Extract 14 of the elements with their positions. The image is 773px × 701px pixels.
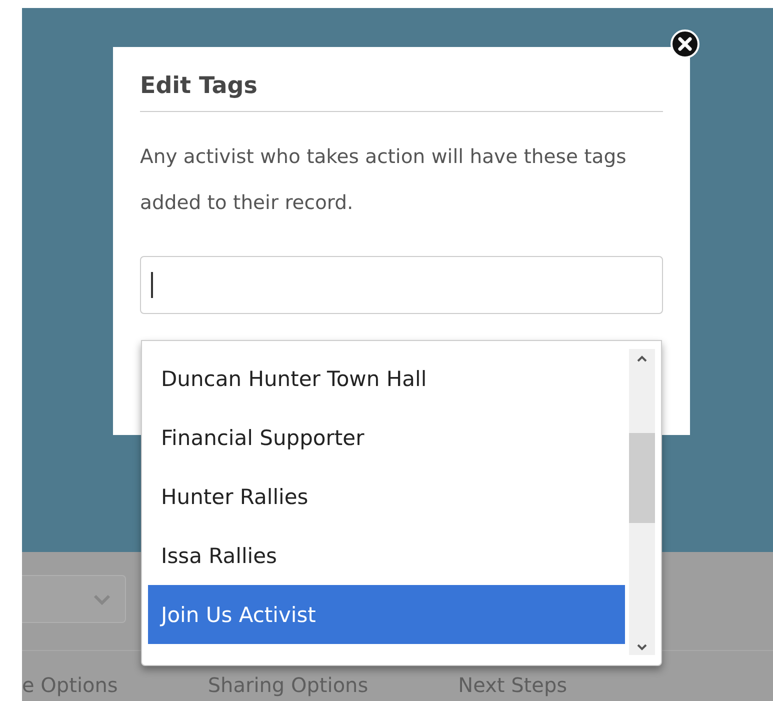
- dropdown-option[interactable]: Financial Supporter: [148, 408, 625, 467]
- close-icon[interactable]: [670, 29, 700, 59]
- dropdown-option[interactable]: Duncan Hunter Town Hall: [148, 349, 625, 408]
- tag-input-field[interactable]: [140, 256, 663, 314]
- dropdown-option[interactable]: Join Us Activist: [148, 585, 625, 644]
- dialog-title: Edit Tags: [140, 69, 663, 112]
- chevron-down-icon: [93, 594, 111, 604]
- select-field[interactable]: [22, 575, 126, 623]
- scrollbar-thumb[interactable]: [629, 433, 655, 523]
- dropdown-option[interactable]: Hunter Rallies: [148, 467, 625, 526]
- scroll-down-icon[interactable]: [636, 643, 648, 651]
- description-text: Any activist who takes action will have these tags added to their record.: [140, 144, 628, 216]
- dropdown-option[interactable]: Issa Rallies: [148, 526, 625, 585]
- scroll-up-icon[interactable]: [636, 355, 648, 363]
